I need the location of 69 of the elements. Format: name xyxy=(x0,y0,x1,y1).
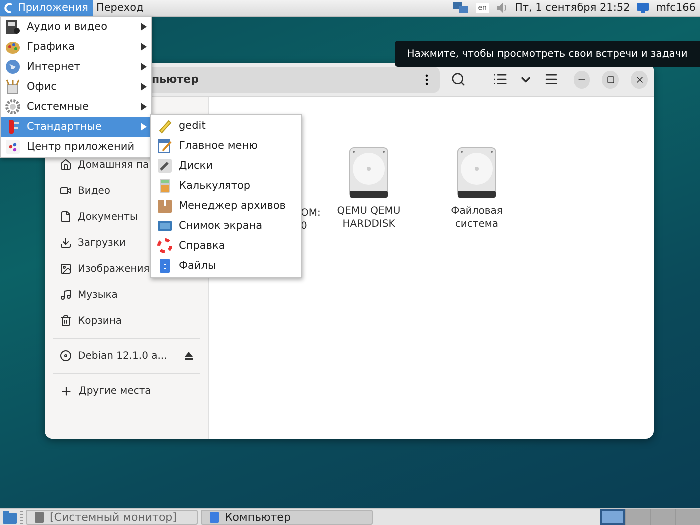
file-label[interactable]: Файловая система xyxy=(451,205,503,231)
folder-icon[interactable] xyxy=(3,510,17,524)
pencil-cup-icon xyxy=(5,79,21,95)
eject-icon[interactable] xyxy=(184,351,194,361)
user-name[interactable]: mfc166 xyxy=(656,2,696,14)
menu-item[interactable]: Диски xyxy=(151,156,301,176)
workspace-switcher-cell[interactable] xyxy=(625,509,650,525)
submenu-arrow-icon xyxy=(141,83,147,91)
submenu-arrow-icon xyxy=(141,43,147,51)
clock[interactable]: Пт, 1 сентября 21:52 xyxy=(514,2,630,14)
tooltip: Нажмите, чтобы просмотреть свои встречи и задачи xyxy=(395,41,700,67)
hard-drive-icon xyxy=(349,147,389,199)
menu-icon[interactable] xyxy=(544,72,559,87)
network-icon[interactable] xyxy=(453,2,470,14)
workspace-switcher-cell[interactable] xyxy=(600,509,625,525)
submenu-arrow-icon xyxy=(141,123,147,131)
submenu-arrow-icon xyxy=(141,63,147,71)
disc-icon xyxy=(60,350,72,362)
panel-menu[interactable]: Переход xyxy=(93,0,149,16)
dots-icon xyxy=(5,139,21,155)
hard-drive-icon xyxy=(457,147,497,199)
sidebar-item[interactable]: Загрузки xyxy=(53,230,126,256)
menu-item[interactable]: Главное меню xyxy=(151,136,301,156)
sidebar-item[interactable]: Изображения xyxy=(53,256,150,282)
menu-item[interactable]: gedit xyxy=(151,116,301,136)
sidebar-item[interactable]: Музыка xyxy=(53,282,118,308)
sidebar-item[interactable]: Debian 12.1.0 a... xyxy=(53,343,200,369)
menu-item[interactable]: Системные xyxy=(1,97,151,117)
sidebar-item[interactable]: Документы xyxy=(53,204,138,230)
menu-item[interactable]: Снимок экрана xyxy=(151,216,301,236)
workspace-switcher-cell[interactable] xyxy=(650,509,675,525)
globe-icon xyxy=(5,59,21,75)
sidebar-item[interactable]: Видео xyxy=(53,178,111,204)
menu-item[interactable]: Файлы xyxy=(151,256,301,276)
window-title: пьютер xyxy=(152,73,199,86)
notepad-icon xyxy=(157,138,173,154)
menu-item[interactable]: Справка xyxy=(151,236,301,256)
workspace-switcher-cell[interactable] xyxy=(675,509,700,525)
palette-icon xyxy=(5,39,21,55)
file-label[interactable]: QEMU QEMU HARDDISK xyxy=(337,205,401,231)
pencil-icon xyxy=(157,118,173,134)
volume-icon[interactable] xyxy=(496,2,508,14)
submenu-arrow-icon xyxy=(141,23,147,31)
debian-swirl-icon xyxy=(3,2,15,14)
maximize-icon xyxy=(606,76,615,84)
window-icon xyxy=(210,512,219,522)
monitor-icon xyxy=(637,2,650,14)
plus-icon xyxy=(60,384,73,398)
list-view-icon[interactable] xyxy=(493,72,508,87)
sidebar-item[interactable]: Другие места xyxy=(53,378,152,404)
taskbar-button[interactable]: [Системный монитор] xyxy=(26,510,198,524)
menu-item[interactable]: Графика xyxy=(1,37,151,57)
menu-item[interactable]: Аудио и видео xyxy=(1,17,151,37)
menu-item[interactable]: Менеджер архивов xyxy=(151,196,301,216)
screen-icon xyxy=(157,218,173,234)
menu-item[interactable]: Калькулятор xyxy=(151,176,301,196)
search-icon[interactable] xyxy=(450,72,466,87)
submenu-arrow-icon xyxy=(141,103,147,111)
lifebuoy-icon xyxy=(157,238,173,254)
calculator-icon xyxy=(157,178,173,194)
close-button[interactable] xyxy=(631,70,648,88)
close-icon xyxy=(634,74,645,84)
sidebar-item[interactable]: Корзина xyxy=(53,308,122,334)
taskbar-button[interactable]: Компьютер xyxy=(201,510,373,524)
file-cabinet-icon xyxy=(157,258,173,274)
box-icon xyxy=(157,198,173,214)
gear-icon xyxy=(5,99,21,115)
maximize-button[interactable] xyxy=(602,70,620,88)
window-icon xyxy=(35,512,44,522)
